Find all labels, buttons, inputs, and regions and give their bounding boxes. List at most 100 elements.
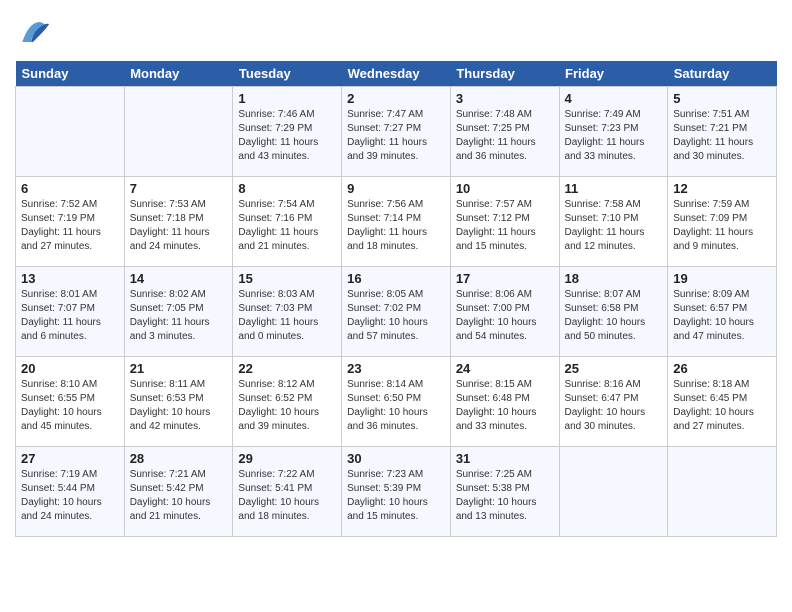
day-info: Sunrise: 7:58 AM Sunset: 7:10 PM Dayligh… (565, 198, 663, 254)
day-cell: 29 Sunrise: 7:22 AM Sunset: 5:41 PM Dayli… (233, 447, 342, 537)
day-info: Sunrise: 7:47 AM Sunset: 7:27 PM Dayligh… (347, 108, 445, 164)
day-info: Sunrise: 8:11 AM Sunset: 6:53 PM Dayligh… (130, 378, 228, 434)
day-cell: 4Sunrise: 7:49 AM Sunset: 7:23 PM Daylig… (559, 87, 668, 177)
week-row-2: 6Sunrise: 7:52 AM Sunset: 7:19 PM Daylig… (16, 177, 777, 267)
day-info: Sunrise: 7:46 AM Sunset: 7:29 PM Dayligh… (238, 108, 336, 164)
day-info: Sunrise: 8:09 AM Sunset: 6:57 PM Dayligh… (673, 288, 771, 344)
day-cell: 25 Sunrise: 8:16 AM Sunset: 6:47 PM Dayli… (559, 357, 668, 447)
day-cell: 30Sunrise: 7:23 AM Sunset: 5:39 PM Dayli… (342, 447, 451, 537)
day-info: Sunrise: 8:03 AM Sunset: 7:03 PM Dayligh… (238, 288, 336, 344)
day-info: Sunrise: 7:25 AM Sunset: 5:38 PM Dayligh… (456, 468, 554, 524)
day-cell: 23 Sunrise: 8:14 AM Sunset: 6:50 PM Dayli… (342, 357, 451, 447)
day-number: 29 (238, 451, 336, 466)
day-cell: 17 Sunrise: 8:06 AM Sunset: 7:00 PM Dayli… (450, 267, 559, 357)
day-cell: 14 Sunrise: 8:02 AM Sunset: 7:05 PM Dayli… (124, 267, 233, 357)
day-cell: 13Sunrise: 8:01 AM Sunset: 7:07 PM Dayli… (16, 267, 125, 357)
day-info: Sunrise: 8:15 AM Sunset: 6:48 PM Dayligh… (456, 378, 554, 434)
day-number: 28 (130, 451, 228, 466)
header-cell-tuesday: Tuesday (233, 61, 342, 87)
day-cell: 20 Sunrise: 8:10 AM Sunset: 6:55 PM Dayli… (16, 357, 125, 447)
day-cell: 10 Sunrise: 7:57 AM Sunset: 7:12 PM Dayli… (450, 177, 559, 267)
day-number: 20 (21, 361, 119, 376)
day-cell: 12 Sunrise: 7:59 AM Sunset: 7:09 PM Dayli… (668, 177, 777, 267)
header-cell-thursday: Thursday (450, 61, 559, 87)
day-info: Sunrise: 8:01 AM Sunset: 7:07 PM Dayligh… (21, 288, 119, 344)
day-info: Sunrise: 8:06 AM Sunset: 7:00 PM Dayligh… (456, 288, 554, 344)
header-cell-saturday: Saturday (668, 61, 777, 87)
day-info: Sunrise: 7:54 AM Sunset: 7:16 PM Dayligh… (238, 198, 336, 254)
week-row-3: 13Sunrise: 8:01 AM Sunset: 7:07 PM Dayli… (16, 267, 777, 357)
day-cell: 27 Sunrise: 7:19 AM Sunset: 5:44 PM Dayli… (16, 447, 125, 537)
header (15, 15, 777, 51)
day-cell: 21 Sunrise: 8:11 AM Sunset: 6:53 PM Dayli… (124, 357, 233, 447)
day-info: Sunrise: 7:59 AM Sunset: 7:09 PM Dayligh… (673, 198, 771, 254)
day-cell (559, 447, 668, 537)
day-number: 27 (21, 451, 119, 466)
day-number: 8 (238, 181, 336, 196)
day-info: Sunrise: 8:16 AM Sunset: 6:47 PM Dayligh… (565, 378, 663, 434)
day-cell: 11 Sunrise: 7:58 AM Sunset: 7:10 PM Dayli… (559, 177, 668, 267)
day-info: Sunrise: 8:12 AM Sunset: 6:52 PM Dayligh… (238, 378, 336, 434)
header-cell-wednesday: Wednesday (342, 61, 451, 87)
logo (15, 15, 55, 51)
day-cell: 6Sunrise: 7:52 AM Sunset: 7:19 PM Daylig… (16, 177, 125, 267)
day-number: 31 (456, 451, 554, 466)
day-info: Sunrise: 7:22 AM Sunset: 5:41 PM Dayligh… (238, 468, 336, 524)
day-cell: 31 Sunrise: 7:25 AM Sunset: 5:38 PM Dayli… (450, 447, 559, 537)
day-info: Sunrise: 7:19 AM Sunset: 5:44 PM Dayligh… (21, 468, 119, 524)
logo-bird-icon (15, 15, 51, 51)
day-number: 18 (565, 271, 663, 286)
day-number: 10 (456, 181, 554, 196)
day-number: 12 (673, 181, 771, 196)
day-number: 9 (347, 181, 445, 196)
day-cell: 1Sunrise: 7:46 AM Sunset: 7:29 PM Daylig… (233, 87, 342, 177)
day-cell: 28 Sunrise: 7:21 AM Sunset: 5:42 PM Dayli… (124, 447, 233, 537)
day-number: 15 (238, 271, 336, 286)
day-info: Sunrise: 8:14 AM Sunset: 6:50 PM Dayligh… (347, 378, 445, 434)
day-info: Sunrise: 7:21 AM Sunset: 5:42 PM Dayligh… (130, 468, 228, 524)
day-number: 3 (456, 91, 554, 106)
day-number: 11 (565, 181, 663, 196)
day-number: 14 (130, 271, 228, 286)
page-container: SundayMondayTuesdayWednesdayThursdayFrid… (0, 0, 792, 547)
day-info: Sunrise: 7:57 AM Sunset: 7:12 PM Dayligh… (456, 198, 554, 254)
day-cell: 5 Sunrise: 7:51 AM Sunset: 7:21 PM Daylig… (668, 87, 777, 177)
day-info: Sunrise: 8:18 AM Sunset: 6:45 PM Dayligh… (673, 378, 771, 434)
day-cell: 24Sunrise: 8:15 AM Sunset: 6:48 PM Dayli… (450, 357, 559, 447)
day-cell: 9 Sunrise: 7:56 AM Sunset: 7:14 PM Daylig… (342, 177, 451, 267)
day-info: Sunrise: 7:51 AM Sunset: 7:21 PM Dayligh… (673, 108, 771, 164)
day-number: 4 (565, 91, 663, 106)
day-number: 21 (130, 361, 228, 376)
day-number: 25 (565, 361, 663, 376)
calendar-table: SundayMondayTuesdayWednesdayThursdayFrid… (15, 61, 777, 537)
day-info: Sunrise: 8:10 AM Sunset: 6:55 PM Dayligh… (21, 378, 119, 434)
day-number: 16 (347, 271, 445, 286)
header-cell-friday: Friday (559, 61, 668, 87)
day-info: Sunrise: 8:02 AM Sunset: 7:05 PM Dayligh… (130, 288, 228, 344)
day-number: 22 (238, 361, 336, 376)
header-row: SundayMondayTuesdayWednesdayThursdayFrid… (16, 61, 777, 87)
day-info: Sunrise: 8:05 AM Sunset: 7:02 PM Dayligh… (347, 288, 445, 344)
day-cell (124, 87, 233, 177)
day-number: 6 (21, 181, 119, 196)
day-cell: 7Sunrise: 7:53 AM Sunset: 7:18 PM Daylig… (124, 177, 233, 267)
day-number: 5 (673, 91, 771, 106)
day-cell (16, 87, 125, 177)
day-info: Sunrise: 7:48 AM Sunset: 7:25 PM Dayligh… (456, 108, 554, 164)
day-number: 23 (347, 361, 445, 376)
week-row-1: 1Sunrise: 7:46 AM Sunset: 7:29 PM Daylig… (16, 87, 777, 177)
day-cell: 8 Sunrise: 7:54 AM Sunset: 7:16 PM Daylig… (233, 177, 342, 267)
day-info: Sunrise: 7:56 AM Sunset: 7:14 PM Dayligh… (347, 198, 445, 254)
day-info: Sunrise: 7:53 AM Sunset: 7:18 PM Dayligh… (130, 198, 228, 254)
header-cell-monday: Monday (124, 61, 233, 87)
day-cell: 22 Sunrise: 8:12 AM Sunset: 6:52 PM Dayli… (233, 357, 342, 447)
day-cell (668, 447, 777, 537)
day-number: 17 (456, 271, 554, 286)
day-number: 19 (673, 271, 771, 286)
day-number: 26 (673, 361, 771, 376)
day-number: 2 (347, 91, 445, 106)
day-cell: 16 Sunrise: 8:05 AM Sunset: 7:02 PM Dayli… (342, 267, 451, 357)
week-row-5: 27 Sunrise: 7:19 AM Sunset: 5:44 PM Dayli… (16, 447, 777, 537)
day-info: Sunrise: 7:23 AM Sunset: 5:39 PM Dayligh… (347, 468, 445, 524)
day-cell: 26 Sunrise: 8:18 AM Sunset: 6:45 PM Dayli… (668, 357, 777, 447)
